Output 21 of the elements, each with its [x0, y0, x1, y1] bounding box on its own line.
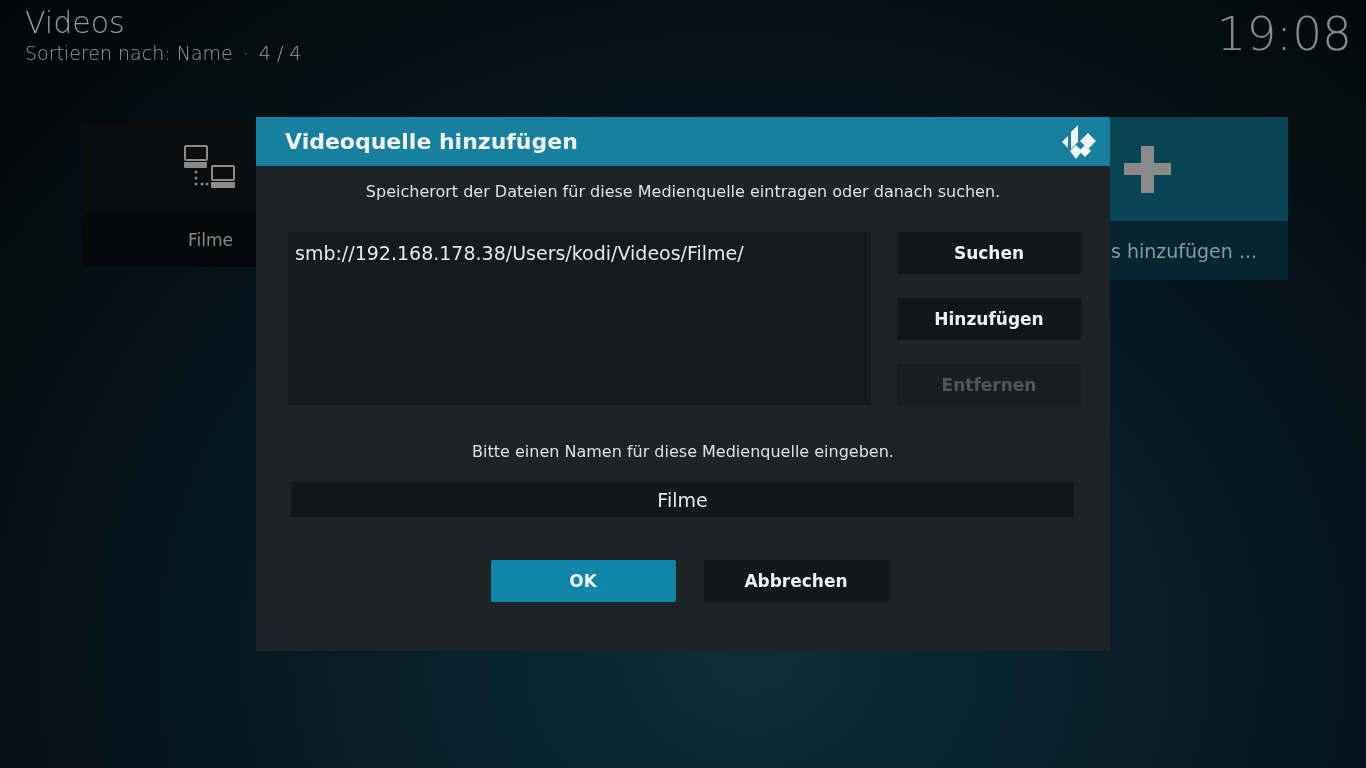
path-prompt: Speicherort der Dateien für diese Medienquelle eintragen oder danach suchen.: [364, 182, 1002, 201]
network-computers-icon: [184, 145, 236, 190]
plus-icon: [1122, 143, 1174, 195]
source-tile[interactable]: Filme: [83, 122, 256, 267]
path-list[interactable]: smb://192.168.178.38/Users/kodi/Videos/Filme/: [288, 232, 871, 405]
separator-dot: ·: [242, 42, 249, 64]
tile-label: s hinzufügen ...: [1111, 239, 1257, 262]
dialog-title: Videoquelle hinzufügen: [285, 129, 578, 154]
name-prompt: Bitte einen Namen für diese Medienquelle eingeben.: [471, 442, 895, 461]
add-button[interactable]: Hinzufügen: [897, 298, 1081, 340]
browse-button[interactable]: Suchen: [897, 232, 1081, 274]
sort-label: Sortieren nach: Name: [25, 42, 233, 64]
name-field[interactable]: Filme: [291, 482, 1074, 517]
clock: 19:08: [1216, 6, 1352, 61]
cancel-button[interactable]: Abbrechen: [703, 560, 889, 602]
path-entry[interactable]: smb://192.168.178.38/Users/kodi/Videos/Filme/: [295, 242, 864, 264]
diamond-logo-icon: [1061, 123, 1097, 160]
page-title: Videos: [25, 4, 126, 42]
tile-label: Filme: [188, 230, 233, 250]
item-count: 4 / 4: [258, 42, 302, 64]
ok-button[interactable]: OK: [490, 560, 676, 602]
